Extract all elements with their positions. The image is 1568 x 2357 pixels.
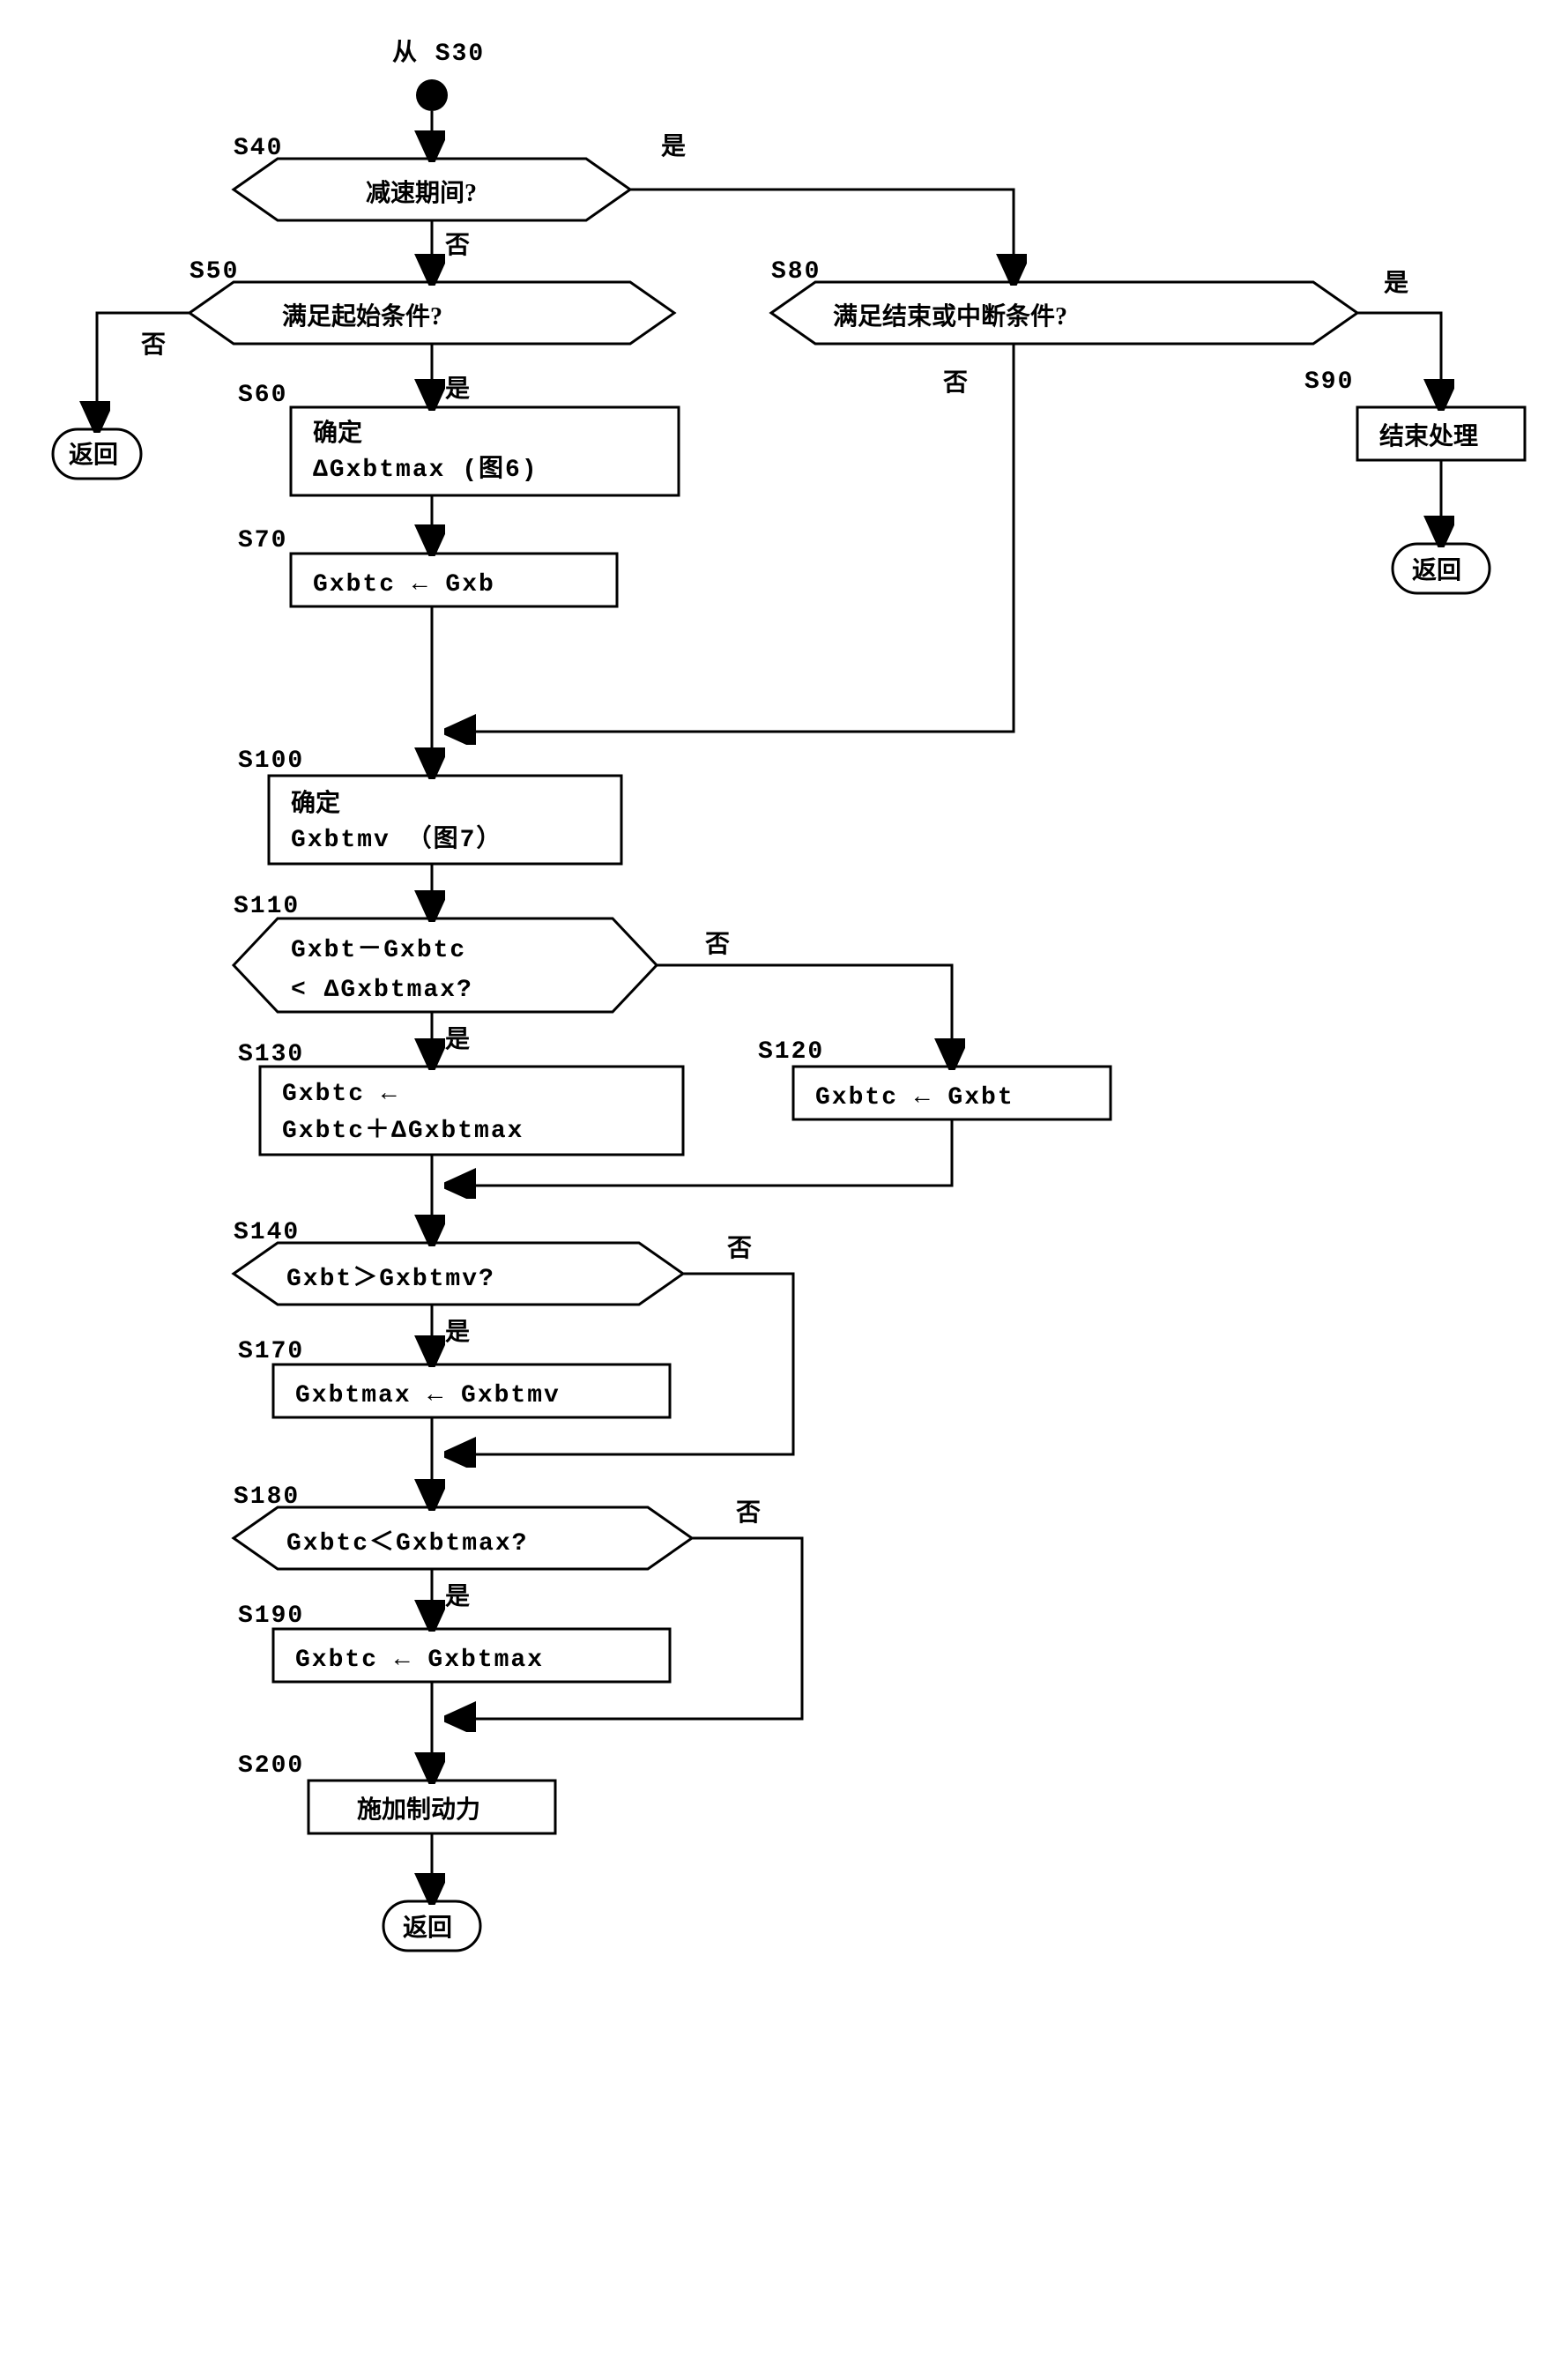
return-left: 返回 [69,441,118,469]
return-bottom: 返回 [403,1914,452,1942]
s80-text: 满足结束或中断条件? [833,301,1067,331]
s50-text: 满足起始条件? [282,302,442,331]
s60-l1: 确定 [313,418,362,447]
s170-text: Gxbtmax ← Gxbtmv [295,1382,561,1409]
s80-yes: 是 [1384,270,1408,297]
s110-l2: < ΔGxbtmax? [291,977,473,1004]
s40-no: 否 [445,232,470,259]
s130-l1: Gxbtc ← [282,1081,398,1108]
s140-text: Gxbt＞Gxbtmv? [286,1265,495,1293]
s60-l2: ΔGxbtmax (图6) [313,455,539,484]
s100-l1: 确定 [291,788,340,817]
entry-label: 从 S30 [392,39,485,68]
s110-l1: Gxbt－Gxbtc [291,937,466,964]
s190-id: S190 [238,1602,304,1630]
s180-text: Gxbtc＜Gxbtmax? [286,1529,528,1558]
s40-id: S40 [234,135,283,162]
s70-id: S70 [238,527,287,554]
s180-no: 否 [736,1499,761,1527]
return-right: 返回 [1412,556,1461,584]
s140-no: 否 [727,1235,752,1262]
s50-yes: 是 [445,375,470,403]
s170-id: S170 [238,1338,304,1365]
s200-id: S200 [238,1752,304,1780]
s80-id: S80 [771,258,821,286]
s120-id: S120 [758,1038,824,1066]
s90-text: 结束处理 [1379,422,1478,450]
s190-text: Gxbtc ← Gxbtmax [295,1647,544,1674]
s80-no: 否 [943,369,968,397]
s110-yes: 是 [445,1026,470,1053]
s120-text: Gxbtc ← Gxbt [815,1084,1014,1112]
s70-text: Gxbtc ← Gxb [313,571,495,599]
s130-l2: Gxbtc＋ΔGxbtmax [282,1118,524,1145]
s40-text: 减速期间? [366,179,477,207]
s200-text: 施加制动力 [357,1796,480,1824]
s180-yes: 是 [445,1583,470,1610]
s60-id: S60 [238,382,287,409]
s110-id: S110 [234,893,300,920]
s50-id: S50 [189,258,239,286]
s100-id: S100 [238,747,304,775]
s40-yes: 是 [661,133,686,160]
s50-no: 否 [141,331,166,359]
s90-id: S90 [1304,368,1354,396]
s140-yes: 是 [445,1319,470,1346]
flowchart: 从 S30 S40 减速期间? 是 否 S50 满足起始条件? 否 是 返回 S… [18,18,1568,2339]
s130-id: S130 [238,1041,304,1068]
s100-l2: Gxbtmv （图7） [291,823,502,854]
s110-no: 否 [705,931,730,958]
